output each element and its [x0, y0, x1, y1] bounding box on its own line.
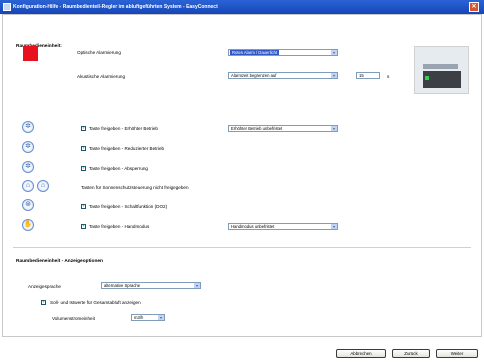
key-mode-select-1[interactable]: Erhöhter Betrieb unbefristet ▾	[228, 125, 338, 132]
title-bar: Konfiguration-Hilfe - Raumbedienteil-Reg…	[0, 0, 484, 14]
show-setpoint-checkbox[interactable]: ✓	[41, 300, 46, 305]
optical-alarm-label: Optische Alarmierung	[77, 50, 121, 55]
back-button[interactable]: Zurück	[392, 349, 430, 358]
key-enable-checkbox-5[interactable]: ✓	[81, 204, 86, 209]
dialog-content: Raumbedieneinheit: Optische Alarmierung …	[2, 14, 482, 337]
chevron-down-icon: ▾	[331, 224, 337, 229]
language-value: alternative Sprache	[104, 283, 141, 288]
room-unit-device-image	[414, 46, 469, 94]
key-label-4: Tasten für Sonnenschutzsteuerung nicht f…	[81, 185, 189, 190]
show-setpoint-label: Soll- und Istwerte für Gesamtabluft anze…	[50, 300, 141, 305]
switch-icon: ⊛	[22, 199, 34, 211]
optical-alarm-select[interactable]: Rotes Alarm / Dauerlicht ▾	[228, 49, 338, 56]
key-label-6: Taste freigeben - Handmodus	[89, 224, 150, 229]
close-button[interactable]: ✕	[469, 2, 479, 12]
window-title: Konfiguration-Hilfe - Raumbedienteil-Reg…	[13, 4, 218, 10]
fan-icon: ✲	[22, 141, 34, 153]
chevron-down-icon: ▾	[331, 73, 337, 78]
volume-unit-label: Volumenstromeinheit	[52, 316, 95, 321]
acoustic-alarm-select[interactable]: Alarmzeit begrenzen auf ▾	[228, 72, 338, 79]
key-enable-checkbox-6[interactable]: ✓	[81, 224, 86, 229]
acoustic-seconds-input[interactable]: 15	[356, 72, 380, 79]
app-icon	[3, 3, 11, 11]
key-enable-checkbox-1[interactable]: ✓	[81, 126, 86, 131]
optical-alarm-indicator	[23, 46, 38, 61]
volume-unit-value: m3/h	[134, 315, 144, 320]
acoustic-alarm-value: Alarmzeit begrenzen auf	[231, 73, 277, 78]
language-label: Anzeigesprache	[28, 284, 61, 289]
key-label-2: Taste freigeben - Reduzierter Betrieb	[89, 146, 165, 151]
key-label-5: Taste freigeben - Schaltfunktion (DO2)	[89, 204, 168, 209]
key-mode-select-6[interactable]: Handmodus unbefristet ▾	[228, 223, 338, 230]
language-select[interactable]: alternative Sprache ▾	[101, 282, 201, 289]
chevron-down-icon: ▾	[158, 315, 164, 320]
section-title-display-options: Raumbedieneinheit - Anzeigeoptionen	[16, 259, 103, 264]
seconds-unit: s	[387, 74, 390, 79]
chevron-down-icon: ▾	[331, 126, 337, 131]
acoustic-seconds-value: 15	[359, 73, 364, 78]
key-enable-checkbox-3[interactable]: ✓	[81, 166, 86, 171]
device-led	[425, 76, 429, 80]
fan-icon: ✲	[22, 121, 34, 133]
key-mode-value-6: Handmodus unbefristet	[231, 224, 275, 229]
sash-down-icon: ⌂	[37, 180, 49, 192]
key-label-1: Taste freigeben - Erhöhter Betrieb	[89, 126, 158, 131]
section-separator	[13, 247, 471, 248]
hand-icon: ✋	[22, 219, 34, 231]
acoustic-alarm-label: Akustische Alarmierung	[77, 74, 126, 79]
key-enable-checkbox-2[interactable]: ✓	[81, 146, 86, 151]
cancel-button[interactable]: Abbrechen	[336, 349, 386, 358]
volume-unit-select[interactable]: m3/h ▾	[131, 314, 165, 321]
device-display	[423, 64, 458, 69]
next-button[interactable]: Weiter	[436, 349, 478, 358]
key-label-3: Taste freigeben - Absperrung	[89, 166, 148, 171]
sash-up-icon: ⌂	[22, 180, 34, 192]
key-mode-value-1: Erhöhter Betrieb unbefristet	[231, 126, 283, 131]
chevron-down-icon: ▾	[331, 50, 337, 55]
optical-alarm-value: Rotes Alarm / Dauerlicht	[230, 50, 280, 55]
fan-icon: ✲	[22, 161, 34, 173]
chevron-down-icon: ▾	[194, 283, 200, 288]
